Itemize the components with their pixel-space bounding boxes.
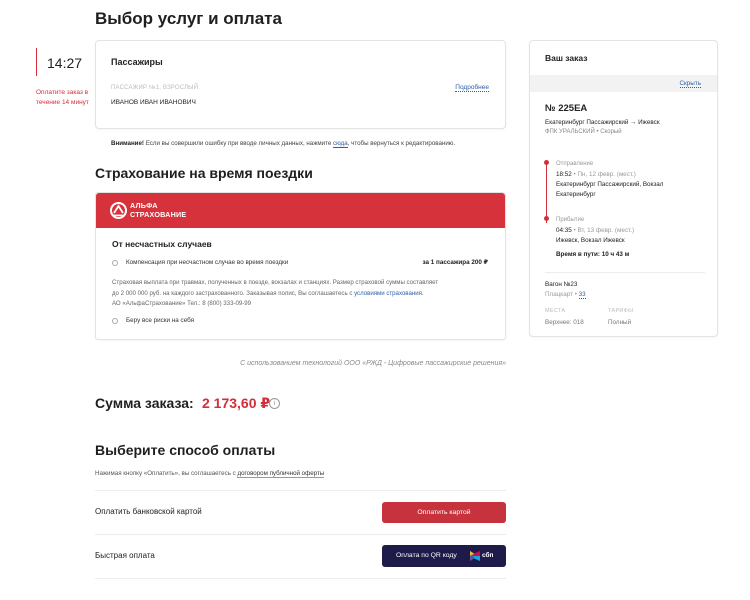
desc-line1: Страховая выплата при травмах, полученны… xyxy=(112,279,439,286)
departure-date: • Пн, 12 февр. (мест.) xyxy=(573,171,636,178)
tariff-value: Полный xyxy=(608,319,632,326)
compensation-price: за 1 пассажира 200 ₽ xyxy=(422,259,488,266)
departure-info: 18:52 • Пн, 12 февр. (мест.) Екатеринбур… xyxy=(556,170,663,200)
departure-city: Екатеринбург xyxy=(556,191,596,198)
hide-order-link[interactable]: Скрыть xyxy=(679,80,701,88)
alfa-banner: АЛЬФА СТРАХОВАНИЕ xyxy=(96,193,505,228)
divider xyxy=(95,490,506,491)
card-payment-label: Оплатить банковской картой xyxy=(95,507,202,516)
warning-body: Если вы совершили ошибку при вводе личны… xyxy=(144,140,334,147)
divider xyxy=(545,272,705,273)
arrival-time: 04:35 xyxy=(556,227,572,234)
departure-station: Екатеринбург Пассажирский, Вокзал xyxy=(556,181,664,188)
compensation-option-label[interactable]: Компенсация при несчастном случае во вре… xyxy=(126,259,288,266)
arrival-dot xyxy=(544,216,549,221)
sbp-text: сбп xyxy=(482,552,494,559)
arrival-label: Прибытие xyxy=(556,217,585,223)
sum-value: 2 173,60 ₽ xyxy=(202,395,271,411)
seats-value: Верхнее: 018 xyxy=(545,319,584,326)
insurance-title: Страхование на время поездки xyxy=(95,165,313,181)
warning-text: Внимание! Если вы совершили ошибку при в… xyxy=(111,140,456,148)
qr-button-label: Оплата по QR коду xyxy=(396,552,457,559)
order-title: Ваш заказ xyxy=(545,53,588,63)
warning-bold: Внимание! xyxy=(111,140,144,147)
desc-line3: АО «АльфаСтрахование» Тел.: 8 (800) 333-… xyxy=(112,300,252,307)
wagon: Вагон №23 xyxy=(545,281,578,288)
fast-payment-label: Быстрая оплата xyxy=(95,551,155,560)
carrier: ФПК УРАЛЬСКИЙ • Скорый xyxy=(545,129,622,135)
seats-col-label: МЕСТА xyxy=(545,308,566,314)
divider xyxy=(95,534,506,535)
timer-divider xyxy=(36,48,37,76)
payment-note: Нажимая кнопку «Оплатить», вы соглашаете… xyxy=(95,470,325,478)
alfa-brand-line2: СТРАХОВАНИЕ xyxy=(130,209,187,219)
passenger-name: ИВАНОВ ИВАН ИВАНОВИЧ xyxy=(111,99,196,106)
tariff-col-label: ТАРИФЫ xyxy=(608,308,634,314)
divider xyxy=(95,578,506,579)
offer-link[interactable]: договором публичной оферты xyxy=(237,470,325,478)
insurance-terms-link[interactable]: условиями страхования xyxy=(354,290,422,297)
warning-tail: , чтобы вернуться к редактированию. xyxy=(347,140,456,147)
edit-link[interactable]: сюда xyxy=(333,140,348,148)
insurance-description: Страховая выплата при травмах, полученны… xyxy=(112,278,492,310)
departure-dot xyxy=(544,160,549,165)
departure-time: 18:52 xyxy=(556,171,572,178)
pay-card-button[interactable]: Оплатить картой xyxy=(382,502,506,523)
tech-note: С использованием технологий ООО «РЖД - Ц… xyxy=(240,360,506,367)
timer-note: Оплатите заказ в течение 14 минут xyxy=(36,89,89,106)
sbp-logo-icon xyxy=(470,551,480,561)
departure-label: Отправление xyxy=(556,161,594,167)
train-number: № 225ЕА xyxy=(545,103,588,114)
timeline-line xyxy=(546,161,547,223)
sum-label: Сумма заказа: xyxy=(95,395,194,411)
passenger-label: ПАССАЖИР №1, ВЗРОСЛЫЙ xyxy=(111,85,199,91)
alfa-logo-icon xyxy=(110,202,127,219)
arrival-datetime: 04:35 • Вт, 13 февр. (мест.) xyxy=(556,226,634,236)
departure-datetime: 18:52 • Пн, 12 февр. (мест.) xyxy=(556,170,663,180)
payment-note-text: Нажимая кнопку «Оплатить», вы соглашаете… xyxy=(95,470,238,477)
timer-time: 14:27 xyxy=(47,55,83,71)
accident-title: От несчастных случаев xyxy=(112,239,212,249)
no-insurance-radio[interactable] xyxy=(112,318,118,324)
order-card: Ваш заказ Скрыть № 225ЕА Екатеринбург Па… xyxy=(529,40,718,337)
arrival-info: 04:35 • Вт, 13 февр. (мест.) Ижевск, Вок… xyxy=(556,226,634,246)
passenger-details-link[interactable]: Подробнее xyxy=(455,84,489,92)
travel-time: Время в пути: 10 ч 43 м xyxy=(556,251,630,258)
info-icon[interactable]: i xyxy=(269,398,280,409)
place-class: Плацкарт • 33 xyxy=(545,291,586,299)
arrival-station: Ижевск, Вокзал Ижевск xyxy=(556,237,625,244)
place-number[interactable]: 33 xyxy=(578,291,586,299)
desc-line2-text: до 2 000 000 руб. на каждого застрахован… xyxy=(112,289,355,297)
passengers-card: Пассажиры ПАССАЖИР №1, ВЗРОСЛЫЙ Подробне… xyxy=(95,40,506,129)
alfa-logo-text: АЛЬФА СТРАХОВАНИЕ xyxy=(130,201,187,219)
passengers-title: Пассажиры xyxy=(111,57,163,67)
pay-qr-button[interactable]: Оплата по QR коду сбп xyxy=(382,545,506,567)
desc-line2-tail: . xyxy=(421,289,424,297)
page-title: Выбор услуг и оплата xyxy=(95,9,282,28)
desc-line2: до 2 000 000 руб. на каждого застрахован… xyxy=(112,289,492,300)
payment-title: Выберите способ оплаты xyxy=(95,442,276,458)
compensation-radio[interactable] xyxy=(112,260,118,266)
no-insurance-label[interactable]: Беру все риски на себя xyxy=(126,317,194,324)
insurance-card: АЛЬФА СТРАХОВАНИЕ От несчастных случаев … xyxy=(95,192,506,340)
route: Екатеринбург Пассажирский → Ижевск xyxy=(545,119,660,126)
place-class-label: Плацкарт • xyxy=(545,291,579,298)
arrival-date: • Вт, 13 февр. (мест.) xyxy=(573,227,635,234)
